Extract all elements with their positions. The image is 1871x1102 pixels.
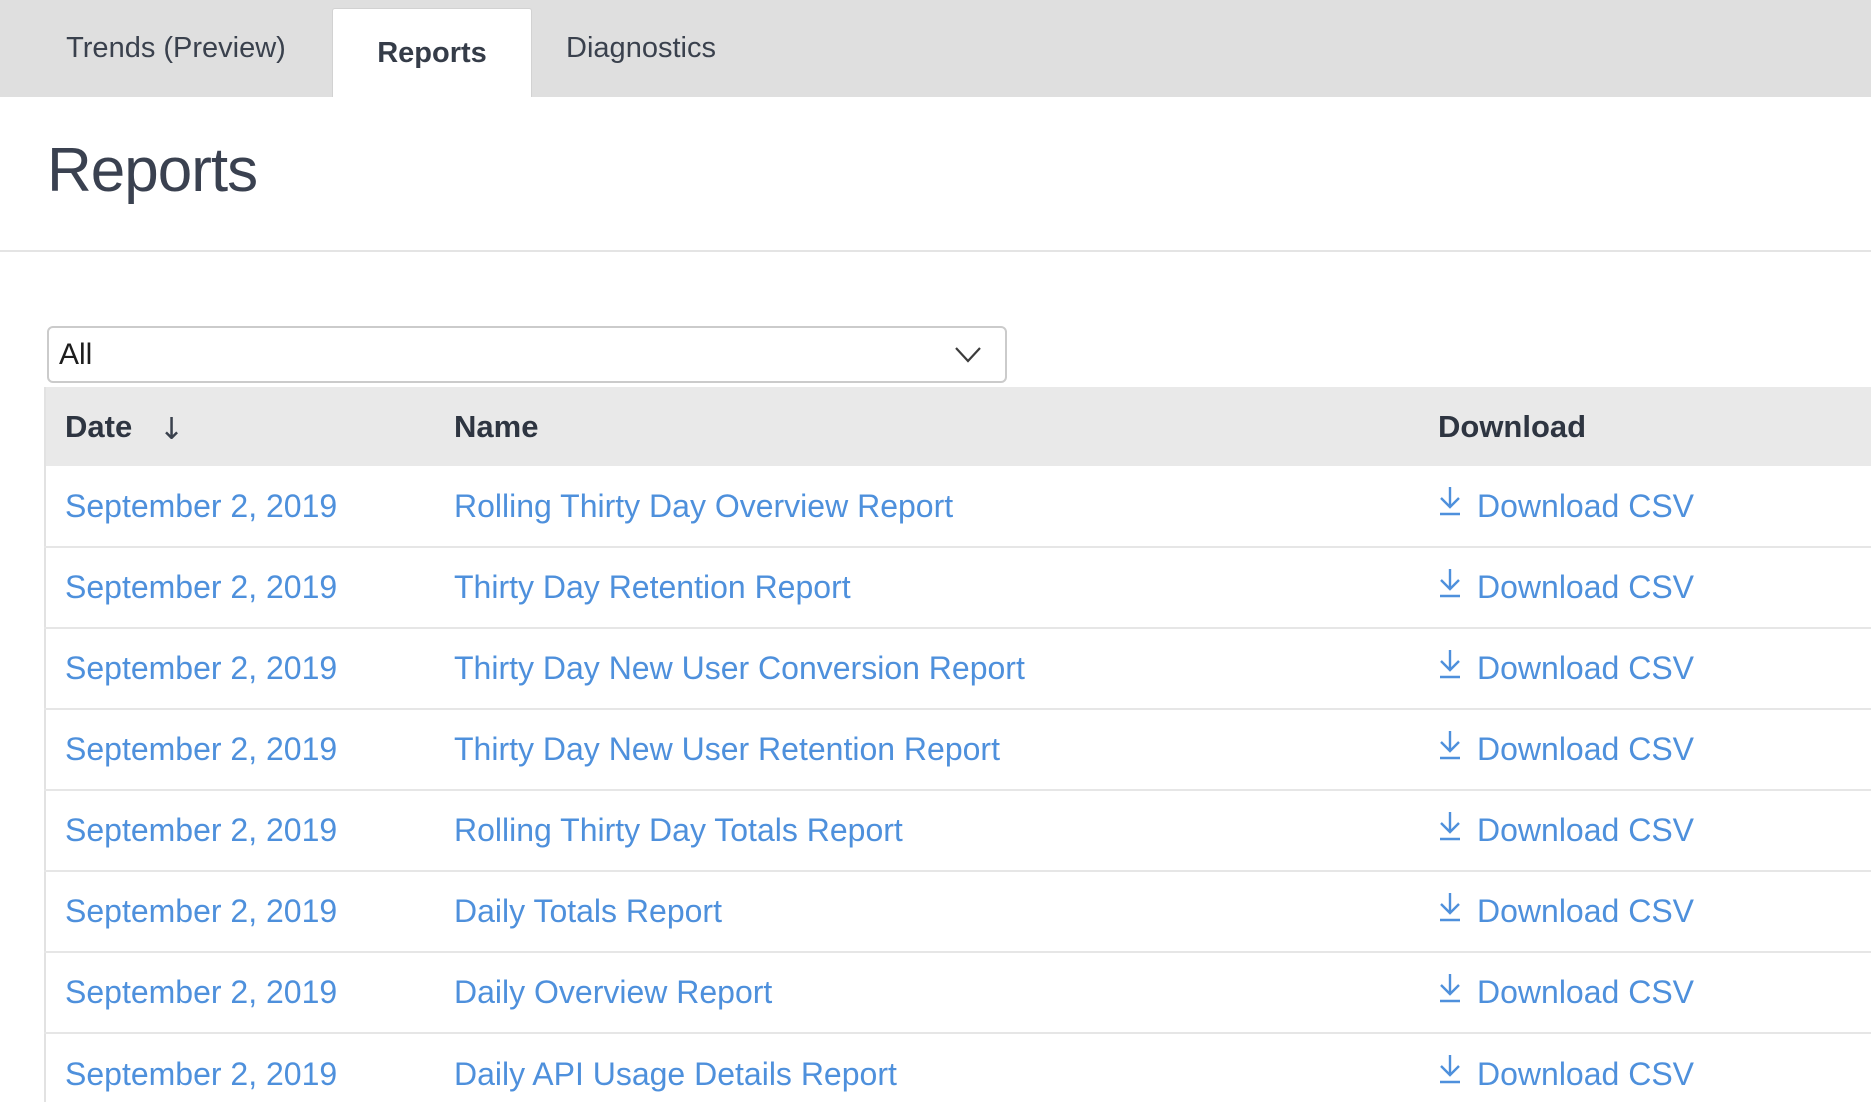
report-filter-selected-value: All xyxy=(59,338,92,372)
report-name-link[interactable]: Rolling Thirty Day Overview Report xyxy=(454,488,953,524)
report-row: September 2, 2019 Rolling Thirty Day Tot… xyxy=(45,790,1871,871)
table-header-row: Date ↓ Name Download xyxy=(45,387,1871,466)
column-header-download: Download xyxy=(1419,387,1871,466)
download-icon xyxy=(1438,892,1462,932)
download-csv-link[interactable]: Download CSV xyxy=(1438,730,1694,770)
report-date-link[interactable]: September 2, 2019 xyxy=(65,1056,337,1092)
download-icon xyxy=(1438,811,1462,851)
report-name-link[interactable]: Rolling Thirty Day Totals Report xyxy=(454,812,903,848)
download-csv-link[interactable]: Download CSV xyxy=(1438,486,1694,526)
download-icon xyxy=(1438,1054,1462,1094)
report-date-link[interactable]: September 2, 2019 xyxy=(65,488,337,524)
report-name-link[interactable]: Daily Overview Report xyxy=(454,974,772,1010)
download-csv-label: Download CSV xyxy=(1477,974,1694,1011)
report-row: September 2, 2019 Rolling Thirty Day Ove… xyxy=(45,466,1871,547)
download-csv-link[interactable]: Download CSV xyxy=(1438,892,1694,932)
download-csv-label: Download CSV xyxy=(1477,488,1694,525)
report-filter-select[interactable]: All xyxy=(47,326,1007,383)
download-csv-label: Download CSV xyxy=(1477,569,1694,606)
download-icon xyxy=(1438,486,1462,526)
reports-table: Date ↓ Name Download September 2, 2019 R… xyxy=(44,387,1871,1102)
column-header-date-label: Date xyxy=(65,409,132,444)
report-date-link[interactable]: September 2, 2019 xyxy=(65,893,337,929)
report-row: September 2, 2019 Daily Totals Report Do… xyxy=(45,871,1871,952)
report-date-link[interactable]: September 2, 2019 xyxy=(65,569,337,605)
report-date-link[interactable]: September 2, 2019 xyxy=(65,650,337,686)
download-csv-link[interactable]: Download CSV xyxy=(1438,1054,1694,1094)
sort-descending-icon: ↓ xyxy=(159,412,184,447)
report-row: September 2, 2019 Thirty Day New User Co… xyxy=(45,628,1871,709)
download-csv-label: Download CSV xyxy=(1477,1056,1694,1093)
download-icon xyxy=(1438,568,1462,608)
report-row: September 2, 2019 Daily Overview Report … xyxy=(45,952,1871,1033)
report-name-link[interactable]: Daily Totals Report xyxy=(454,893,722,929)
column-header-date[interactable]: Date ↓ xyxy=(45,387,435,466)
tab-diagnostics[interactable]: Diagnostics xyxy=(532,0,750,97)
download-csv-label: Download CSV xyxy=(1477,731,1694,768)
download-icon xyxy=(1438,649,1462,689)
report-date-link[interactable]: September 2, 2019 xyxy=(65,731,337,767)
report-name-link[interactable]: Thirty Day New User Conversion Report xyxy=(454,650,1025,686)
chevron-down-icon xyxy=(953,338,983,372)
download-csv-label: Download CSV xyxy=(1477,812,1694,849)
section-divider xyxy=(0,250,1871,252)
download-csv-label: Download CSV xyxy=(1477,650,1694,687)
download-csv-label: Download CSV xyxy=(1477,893,1694,930)
report-name-link[interactable]: Daily API Usage Details Report xyxy=(454,1056,897,1092)
page-title: Reports xyxy=(47,140,1871,202)
column-header-name: Name xyxy=(435,387,1419,466)
download-csv-link[interactable]: Download CSV xyxy=(1438,811,1694,851)
report-name-link[interactable]: Thirty Day New User Retention Report xyxy=(454,731,1000,767)
tab-trends-preview[interactable]: Trends (Preview) xyxy=(20,0,332,97)
report-name-link[interactable]: Thirty Day Retention Report xyxy=(454,569,851,605)
download-csv-link[interactable]: Download CSV xyxy=(1438,973,1694,1013)
report-date-link[interactable]: September 2, 2019 xyxy=(65,812,337,848)
reports-table-body: September 2, 2019 Rolling Thirty Day Ove… xyxy=(45,466,1871,1102)
download-csv-link[interactable]: Download CSV xyxy=(1438,649,1694,689)
report-row: September 2, 2019 Thirty Day New User Re… xyxy=(45,709,1871,790)
report-date-link[interactable]: September 2, 2019 xyxy=(65,974,337,1010)
download-icon xyxy=(1438,973,1462,1013)
tab-bar: Trends (Preview) Reports Diagnostics xyxy=(0,0,1871,97)
download-csv-link[interactable]: Download CSV xyxy=(1438,568,1694,608)
download-icon xyxy=(1438,730,1462,770)
report-row: September 2, 2019 Thirty Day Retention R… xyxy=(45,547,1871,628)
report-row: September 2, 2019 Daily API Usage Detail… xyxy=(45,1033,1871,1102)
tab-reports[interactable]: Reports xyxy=(332,8,532,97)
